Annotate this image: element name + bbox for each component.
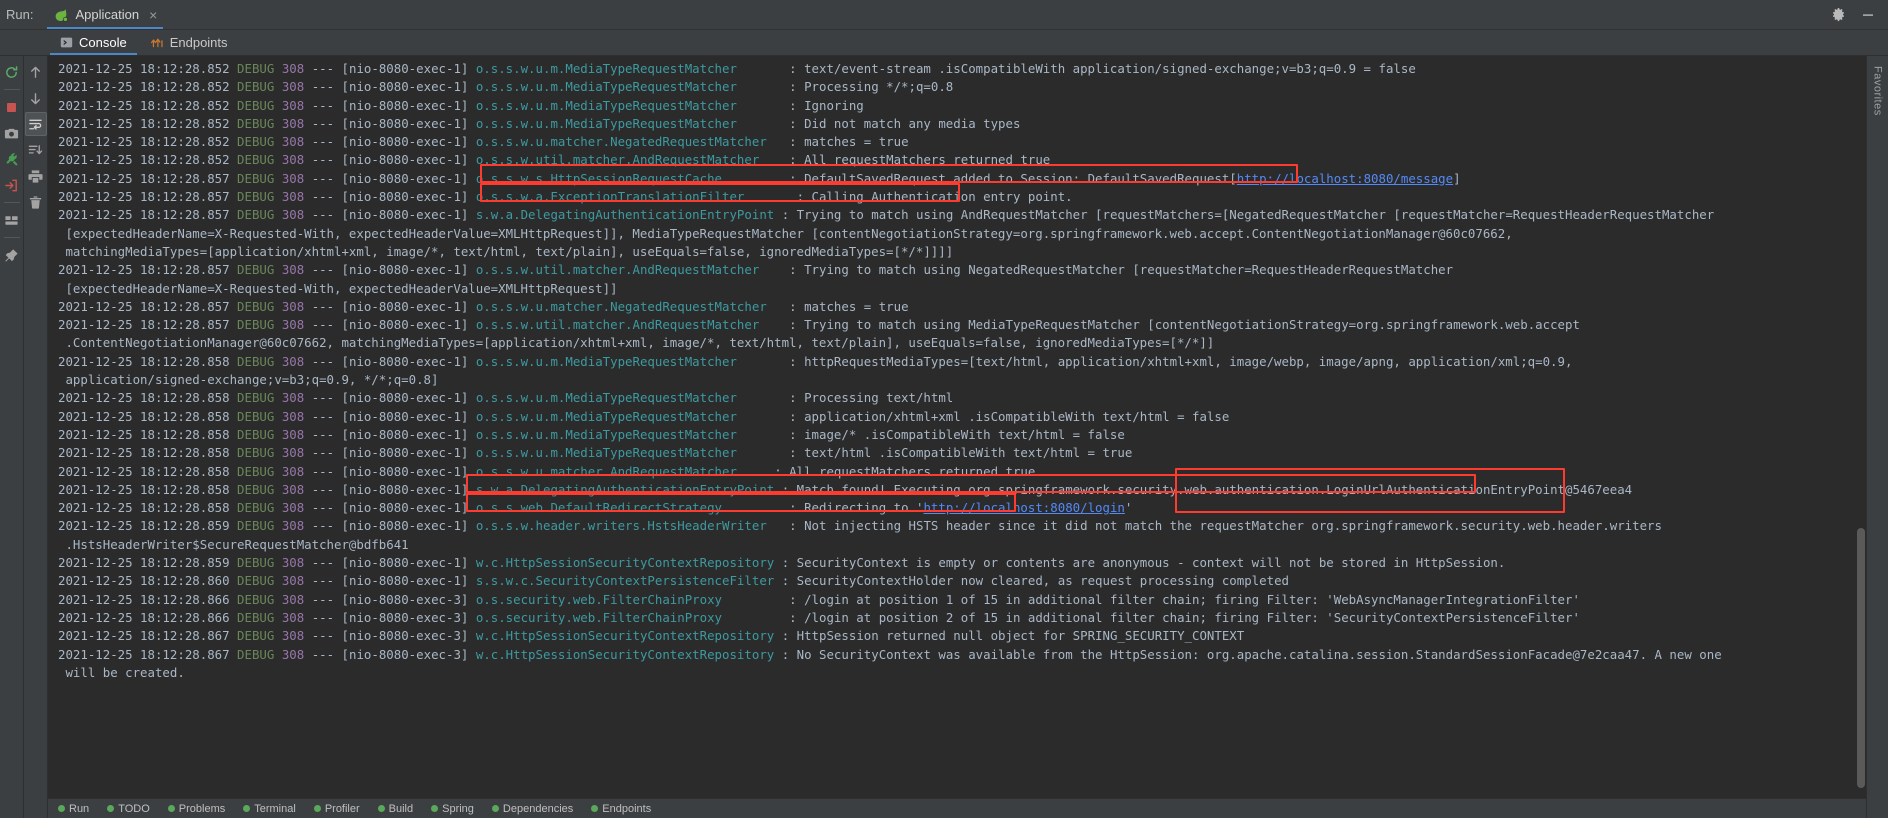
log-line: 2021-12-25 18:12:28.852 DEBUG 308 --- [n… <box>58 61 1416 76</box>
spring-leaf-icon <box>53 7 69 23</box>
dependencies-icon <box>491 805 499 812</box>
log-line: 2021-12-25 18:12:28.859 DEBUG 308 --- [n… <box>58 518 1662 534</box>
status-item-label: Endpoints <box>602 802 652 815</box>
run-tab-application[interactable]: Application × <box>43 0 167 29</box>
tab-console[interactable]: Console <box>48 30 139 55</box>
rerun-button[interactable] <box>1 60 23 84</box>
trash-icon[interactable] <box>25 190 47 214</box>
minimize-icon[interactable] <box>1860 7 1876 23</box>
close-icon[interactable]: × <box>149 8 157 22</box>
console-actions-toolbar <box>24 56 48 818</box>
tool-tabs-bar: Console Endpoints <box>0 30 1888 56</box>
log-line: 2021-12-25 18:12:28.852 DEBUG 308 --- [n… <box>58 152 1051 168</box>
status-item-run[interactable]: Run <box>58 803 89 815</box>
exit-arrow-icon[interactable] <box>1 173 23 197</box>
log-line: 2021-12-25 18:12:28.858 DEBUG 308 --- [n… <box>58 426 1125 442</box>
status-tool-strip: Run TODO Problems Terminal Profiler Build Spri… <box>48 798 1866 818</box>
log-line: 2021-12-25 18:12:28.858 DEBUG 308 --- [n… <box>58 353 1573 369</box>
log-text: 2021-12-25 18:12:28.852 DEBUG 308 --- [n… <box>58 60 1866 682</box>
layout-icon[interactable] <box>1 208 23 232</box>
endpoints-icon <box>150 36 164 49</box>
log-line: 2021-12-25 18:12:28.857 DEBUG 308 --- [n… <box>58 317 1580 333</box>
run-label: Run: <box>6 7 34 22</box>
log-line-continuation: [expectedHeaderName=X-Requested-With, ex… <box>58 280 618 296</box>
status-item-profiler[interactable]: Profiler <box>313 802 360 815</box>
log-line: 2021-12-25 18:12:28.852 DEBUG 308 --- [n… <box>58 134 909 150</box>
status-item-label: Dependencies <box>502 802 574 815</box>
run-icon <box>58 805 65 812</box>
log-line: 2021-12-25 18:12:28.852 DEBUG 308 --- [n… <box>58 79 954 95</box>
log-line: 2021-12-25 18:12:28.867 DEBUG 308 --- [n… <box>58 646 1722 662</box>
status-item-label: Run <box>69 802 90 815</box>
endpoints-icon <box>591 805 599 812</box>
log-line-continuation: application/signed-exchange;v=b3;q=0.9, … <box>58 372 439 388</box>
status-item-terminal[interactable]: Terminal <box>243 803 296 815</box>
log-line: 2021-12-25 18:12:28.860 DEBUG 308 --- [n… <box>58 573 1289 589</box>
status-item-problems[interactable]: Problems <box>167 802 226 815</box>
log-line: 2021-12-25 18:12:28.852 DEBUG 308 --- [n… <box>58 115 1021 131</box>
status-item-label: Problems <box>178 802 226 815</box>
run-tab-label: Application <box>75 7 140 22</box>
log-line: 2021-12-25 18:12:28.867 DEBUG 308 --- [n… <box>58 628 1245 644</box>
log-line-continuation: .HstsHeaderWriter$SecureRequestMatcher@b… <box>58 536 409 552</box>
status-item-label: Spring <box>442 802 474 815</box>
log-line: 2021-12-25 18:12:28.858 DEBUG 308 --- [n… <box>58 500 1133 516</box>
log-line: 2021-12-25 18:12:28.858 DEBUG 308 --- [n… <box>58 408 1230 424</box>
soft-wrap-icon[interactable] <box>24 112 47 136</box>
run-toolwindow-header: Run: Application × <box>0 0 1888 30</box>
scrollbar-thumb[interactable] <box>1857 528 1865 788</box>
log-line: 2021-12-25 18:12:28.858 DEBUG 308 --- [n… <box>58 481 1633 497</box>
log-line-continuation: [expectedHeaderName=X-Requested-With, ex… <box>58 225 1513 241</box>
right-tool-rail: Favorites <box>1866 56 1888 818</box>
console-output-panel[interactable]: 2021-12-25 18:12:28.852 DEBUG 308 --- [n… <box>48 56 1866 818</box>
status-item-endpoints[interactable]: Endpoints <box>591 803 651 815</box>
status-item-label: TODO <box>118 802 150 815</box>
log-line: 2021-12-25 18:12:28.866 DEBUG 308 --- [n… <box>58 591 1580 607</box>
status-item-label: Build <box>388 802 414 815</box>
log-line: 2021-12-25 18:12:28.858 DEBUG 308 --- [n… <box>58 390 954 406</box>
tab-endpoints-label: Endpoints <box>169 35 228 50</box>
arrow-down-icon[interactable] <box>25 86 47 110</box>
log-line-continuation: .ContentNegotiationManager@60c07662, mat… <box>58 335 1215 351</box>
status-item-label: Profiler <box>324 802 360 815</box>
log-line: 2021-12-25 18:12:28.857 DEBUG 308 --- [n… <box>58 170 1461 186</box>
status-item-spring[interactable]: Spring <box>431 803 474 815</box>
log-line: 2021-12-25 18:12:28.857 DEBUG 308 --- [n… <box>58 262 1454 278</box>
spring-icon <box>431 805 439 812</box>
log-line: 2021-12-25 18:12:28.857 DEBUG 308 --- [n… <box>58 189 1073 205</box>
profiler-icon[interactable] <box>1 147 23 171</box>
printer-icon[interactable] <box>25 164 47 188</box>
camera-icon[interactable] <box>1 121 23 145</box>
build-icon <box>377 805 385 812</box>
terminal-icon <box>243 805 251 812</box>
log-line: 2021-12-25 18:12:28.857 DEBUG 308 --- [n… <box>58 298 909 314</box>
run-actions-toolbar <box>0 56 24 818</box>
log-line: 2021-12-25 18:12:28.858 DEBUG 308 --- [n… <box>58 463 1036 479</box>
pin-icon[interactable] <box>1 243 23 267</box>
log-line: 2021-12-25 18:12:28.859 DEBUG 308 --- [n… <box>58 555 1506 571</box>
todo-icon <box>107 805 115 812</box>
console-icon <box>60 36 73 49</box>
stop-button[interactable] <box>1 95 23 119</box>
scroll-end-icon[interactable] <box>25 138 47 162</box>
log-line: 2021-12-25 18:12:28.866 DEBUG 308 --- [n… <box>58 609 1580 625</box>
tab-endpoints[interactable]: Endpoints <box>139 30 240 55</box>
log-line: 2021-12-25 18:12:28.852 DEBUG 308 --- [n… <box>58 97 864 113</box>
log-line-continuation: will be created. <box>58 664 185 680</box>
status-item-label: Terminal <box>254 802 296 815</box>
right-rail-label[interactable]: Favorites <box>1872 66 1884 116</box>
problems-icon <box>167 805 175 812</box>
log-line: 2021-12-25 18:12:28.857 DEBUG 308 --- [n… <box>58 207 1715 223</box>
log-line: 2021-12-25 18:12:28.858 DEBUG 308 --- [n… <box>58 445 1133 461</box>
tab-console-label: Console <box>79 35 127 50</box>
console-main-area: 2021-12-25 18:12:28.852 DEBUG 308 --- [n… <box>0 56 1888 818</box>
status-item-build[interactable]: Build <box>377 802 414 815</box>
status-item-dependencies[interactable]: Dependencies <box>491 802 574 815</box>
gear-icon[interactable] <box>1831 7 1846 22</box>
status-item-todo[interactable]: TODO <box>107 803 150 815</box>
arrow-up-icon[interactable] <box>25 60 47 84</box>
profiler-icon <box>313 805 321 812</box>
console-scrollbar[interactable] <box>1856 56 1866 818</box>
log-line-continuation: matchingMediaTypes=[application/xhtml+xm… <box>58 243 954 259</box>
